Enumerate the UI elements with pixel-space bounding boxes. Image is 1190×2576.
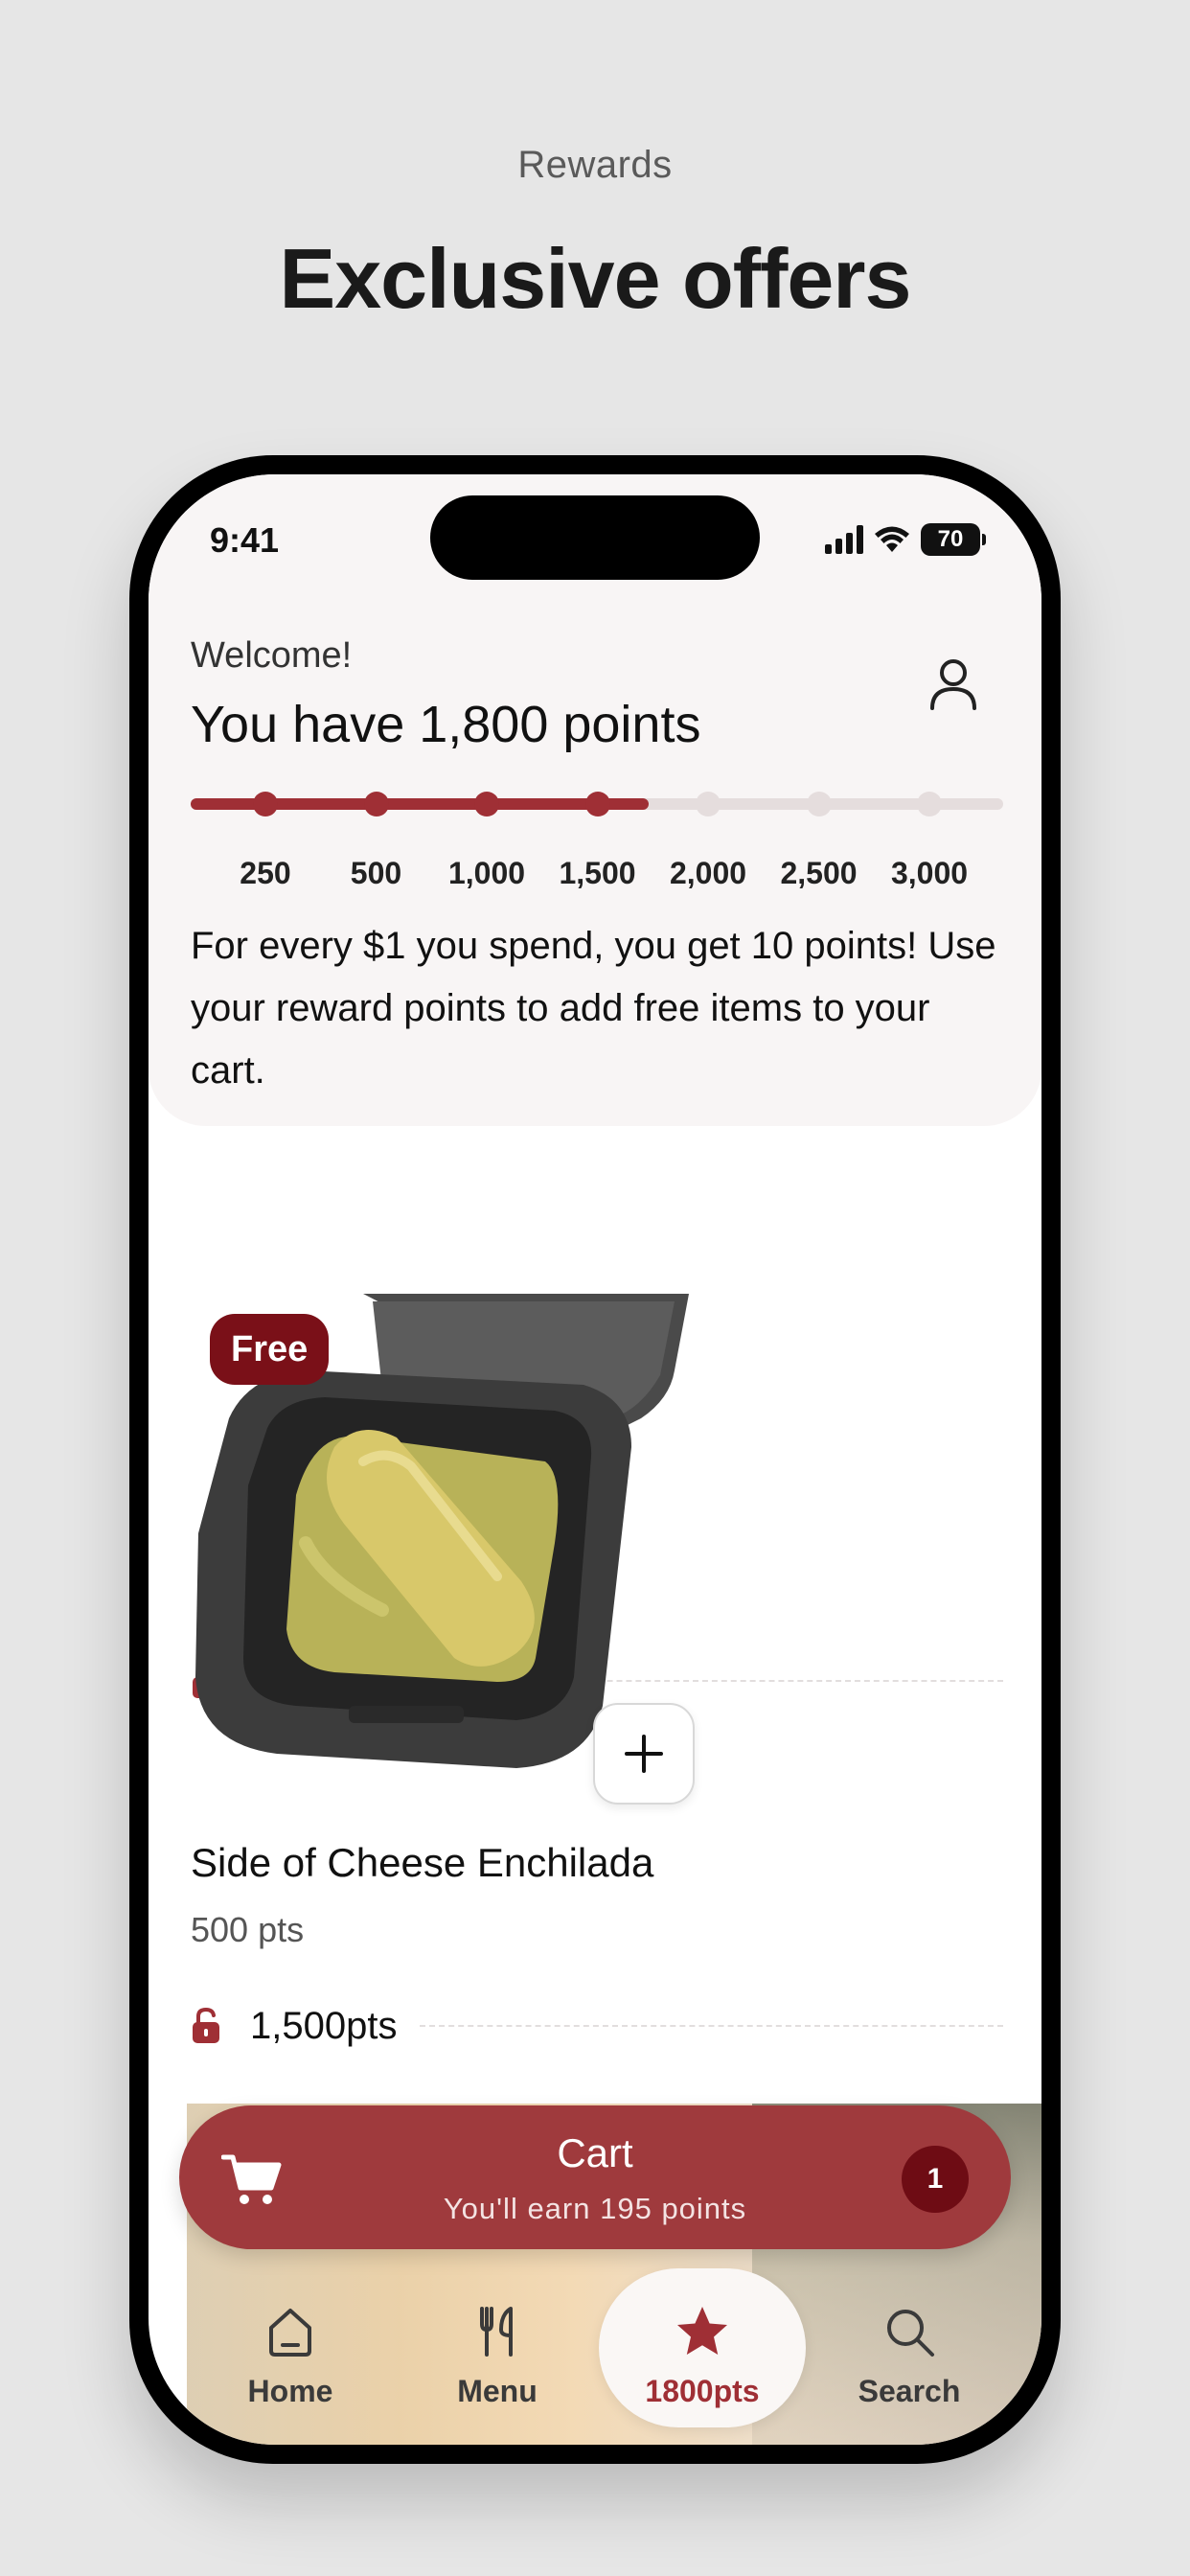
add-to-cart-button[interactable]	[593, 1703, 695, 1805]
home-icon	[269, 2309, 311, 2357]
search-icon	[887, 2310, 934, 2357]
points-balance-title: You have 1,800 points	[191, 696, 701, 753]
cart-earn-points: You'll earn 195 points	[443, 2192, 747, 2225]
unlock-icon	[193, 2007, 219, 2043]
milestone-dot	[363, 792, 389, 816]
tab-rewards[interactable]: 1800pts	[599, 2268, 806, 2427]
tab-menu[interactable]: Menu	[394, 2268, 601, 2427]
milestone-dot	[584, 792, 610, 816]
tab-label: Search	[858, 2374, 961, 2408]
tier-divider	[420, 2025, 1003, 2027]
tab-bar: Home Menu 1800pts Search	[187, 2268, 1011, 2431]
milestone-dot	[917, 792, 942, 816]
status-time: 9:41	[210, 520, 280, 560]
welcome-text: Welcome!	[191, 635, 353, 676]
tier-label: 1,500pts	[250, 2004, 398, 2047]
milestone-dot	[474, 792, 499, 816]
dynamic-island	[430, 495, 760, 580]
milestone-dot	[696, 792, 721, 816]
cart-button[interactable]: Cart You'll earn 195 points 1	[179, 2105, 1011, 2249]
cart-title: Cart	[557, 2130, 633, 2175]
tab-search[interactable]: Search	[806, 2268, 1013, 2427]
tab-label: Menu	[457, 2374, 538, 2408]
free-badge: Free	[210, 1314, 330, 1385]
item-name: Side of Cheese Enchilada	[191, 1840, 654, 1885]
fork-knife-icon	[480, 2307, 513, 2357]
cart-count-badge: 1	[902, 2146, 969, 2213]
points-progress-bar	[191, 792, 1003, 816]
battery-indicator: 70	[921, 523, 986, 556]
profile-icon[interactable]	[923, 653, 984, 714]
plus-icon	[625, 1735, 663, 1773]
app-screen: 9:41 70 Welcome! You have 1,800 points 2…	[149, 474, 1041, 2445]
tab-home[interactable]: Home	[187, 2268, 394, 2427]
wifi-icon	[875, 526, 909, 552]
item-points: 500 pts	[191, 1910, 305, 1949]
status-icons: 70	[825, 522, 986, 557]
phone-frame: 9:41 70 Welcome! You have 1,800 points 2…	[129, 455, 1061, 2464]
star-icon	[677, 2307, 727, 2355]
tab-label: Home	[247, 2374, 333, 2408]
tier-header-1500: 1,500pts	[191, 2002, 1003, 2050]
milestone-dot	[253, 792, 278, 816]
caption-eyebrow: Rewards	[517, 144, 673, 186]
milestone-dot	[806, 792, 832, 816]
tab-label: 1800pts	[645, 2374, 760, 2408]
caption-title: Exclusive offers	[279, 231, 912, 326]
cellular-signal-icon	[825, 525, 863, 554]
points-info-text: For every $1 you spend, you get 10 point…	[191, 925, 996, 1092]
milestone-label: 3,000	[890, 856, 969, 890]
